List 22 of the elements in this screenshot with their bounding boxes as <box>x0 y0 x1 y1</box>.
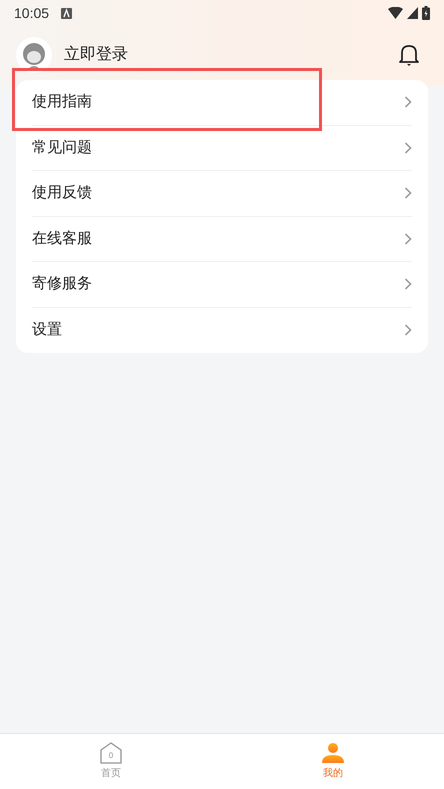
status-time: 10:05 <box>14 4 50 22</box>
menu-item[interactable]: 使用反馈 <box>32 171 412 216</box>
menu-item[interactable]: 设置 <box>32 308 412 353</box>
avatar-icon[interactable] <box>16 37 52 73</box>
notification-icon <box>61 8 72 18</box>
menu-item[interactable]: 使用指南 <box>32 80 412 126</box>
signal-icon <box>407 7 418 19</box>
home-icon: 0 <box>100 742 122 764</box>
chevron-right-icon <box>404 232 412 245</box>
login-link[interactable]: 立即登录 <box>64 43 128 67</box>
menu-item[interactable]: 常见问题 <box>32 126 412 171</box>
chevron-right-icon <box>404 324 412 336</box>
chevron-right-icon <box>404 142 412 154</box>
bell-icon[interactable] <box>398 43 420 67</box>
wifi-icon <box>388 7 403 19</box>
chevron-right-icon <box>404 187 412 200</box>
menu-item[interactable]: 在线客服 <box>32 216 412 262</box>
menu-item[interactable]: 寄修服务 <box>32 262 412 308</box>
battery-icon <box>422 6 430 20</box>
chevron-right-icon <box>404 278 412 290</box>
person-icon <box>322 742 344 764</box>
chevron-right-icon <box>404 96 412 108</box>
